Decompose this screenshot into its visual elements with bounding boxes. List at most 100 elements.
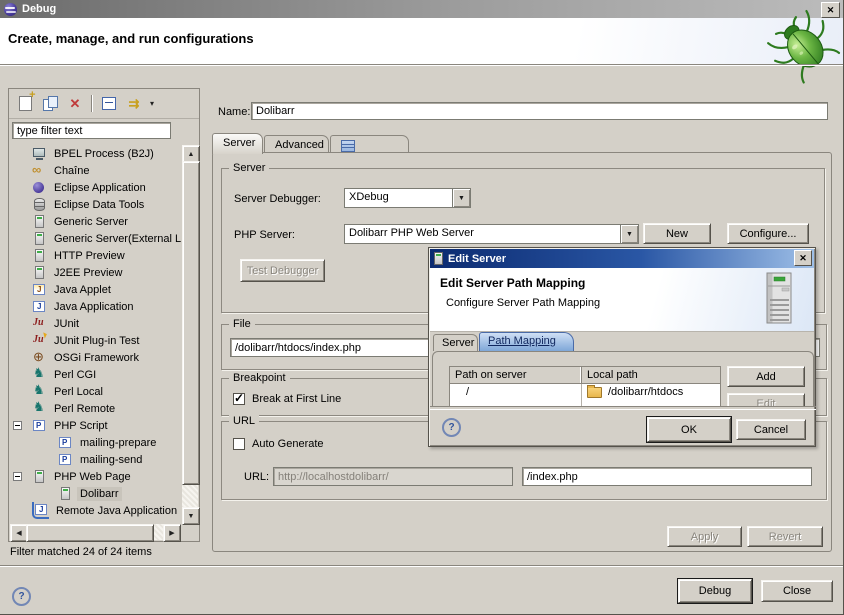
tab-server[interactable]: Server bbox=[212, 133, 263, 154]
edit-server-subheading: Configure Server Path Mapping bbox=[446, 297, 600, 309]
help-icon[interactable]: ? bbox=[12, 587, 31, 606]
tree-item-cha-ne[interactable]: Chaîne bbox=[10, 162, 181, 179]
server-icon bbox=[32, 248, 47, 263]
break-first-line-label: Break at First Line bbox=[252, 393, 341, 405]
collapse-expander-icon[interactable] bbox=[13, 472, 22, 481]
add-mapping-button[interactable]: Add bbox=[727, 366, 805, 387]
edit-mapping-button[interactable]: Edit bbox=[727, 393, 805, 407]
debug-button[interactable]: Debug bbox=[678, 579, 752, 603]
tree-item-perl-local[interactable]: Perl Local bbox=[10, 383, 181, 400]
tree-item-generic-server[interactable]: Generic Server bbox=[10, 213, 181, 230]
filter-dropdown-caret-icon[interactable]: ▾ bbox=[150, 99, 154, 108]
duplicate-configuration-button[interactable] bbox=[41, 95, 59, 113]
php-server-combo[interactable]: Dolibarr PHP Web Server bbox=[344, 224, 639, 244]
path-mapping-panel: Path on server Local path //dolibarr/htd… bbox=[432, 351, 814, 407]
close-button[interactable]: Close bbox=[761, 580, 833, 602]
delete-configuration-button[interactable] bbox=[66, 95, 84, 113]
new-configuration-button[interactable] bbox=[16, 95, 34, 113]
test-debugger-button[interactable]: Test Debugger bbox=[240, 259, 325, 282]
apply-button[interactable]: Apply bbox=[667, 526, 742, 547]
window-close-button[interactable]: ✕ bbox=[821, 2, 840, 18]
tree-item-label: mailing-prepare bbox=[77, 436, 159, 450]
tree-item-label: J2EE Preview bbox=[51, 266, 125, 280]
tree-item-j2ee-preview[interactable]: J2EE Preview bbox=[10, 264, 181, 281]
path-mapping-table-body: //dolibarr/htdocs bbox=[450, 384, 720, 400]
tree-item-generic-server-external-la[interactable]: Generic Server(External La bbox=[10, 230, 181, 247]
server-icon bbox=[32, 214, 47, 229]
tree-vertical-scrollbar[interactable]: ▲ ▼ bbox=[182, 145, 198, 525]
tree-horizontal-scrollbar[interactable]: ◀ ▶ bbox=[10, 524, 181, 540]
chevron-down-icon[interactable] bbox=[620, 225, 638, 243]
tree-item-eclipse-data-tools[interactable]: Eclipse Data Tools bbox=[10, 196, 181, 213]
duplicate-icon bbox=[43, 96, 58, 111]
tree-item-mailing-send[interactable]: mailing-send bbox=[10, 451, 181, 468]
scroll-right-icon[interactable]: ▶ bbox=[163, 524, 181, 542]
database-icon bbox=[32, 197, 47, 212]
window-titlebar[interactable]: Debug bbox=[0, 0, 844, 18]
tree-item-perl-cgi[interactable]: Perl CGI bbox=[10, 366, 181, 383]
column-path-on-server[interactable]: Path on server bbox=[450, 367, 582, 383]
breakpoint-group-legend: Breakpoint bbox=[229, 372, 290, 385]
filter-menu-button[interactable] bbox=[125, 95, 143, 113]
dialog-tab-server[interactable]: Server bbox=[433, 334, 478, 351]
tree-item-remote-java-application[interactable]: Remote Java Application bbox=[10, 502, 181, 519]
folder-icon bbox=[587, 387, 602, 398]
path-mapping-table: Path on server Local path //dolibarr/htd… bbox=[449, 366, 721, 407]
tree-item-java-application[interactable]: Java Application bbox=[10, 298, 181, 315]
tree-item-mailing-prepare[interactable]: mailing-prepare bbox=[10, 434, 181, 451]
dialog-tab-path-mapping[interactable]: Path Mapping bbox=[479, 332, 574, 351]
base-url-input[interactable] bbox=[273, 467, 513, 486]
cancel-button[interactable]: Cancel bbox=[736, 419, 806, 440]
tree-item-bpel-process-b2j[interactable]: BPEL Process (B2J) bbox=[10, 145, 181, 162]
url-path-input[interactable] bbox=[522, 467, 812, 486]
name-input[interactable] bbox=[251, 102, 828, 120]
revert-button[interactable]: Revert bbox=[747, 526, 823, 547]
tree-item-dolibarr[interactable]: Dolibarr bbox=[10, 485, 181, 502]
column-local-path[interactable]: Local path bbox=[582, 367, 720, 383]
eclipse-logo-icon bbox=[4, 3, 17, 16]
table-header-row: Path on server Local path bbox=[450, 367, 720, 384]
server-debugger-combo[interactable]: XDebug bbox=[344, 188, 471, 208]
edit-server-close-button[interactable]: ✕ bbox=[794, 250, 812, 266]
tree-item-label: Generic Server bbox=[51, 215, 131, 229]
tree-item-java-applet[interactable]: Java Applet bbox=[10, 281, 181, 298]
server-icon bbox=[434, 252, 443, 265]
tree-item-junit[interactable]: JUnit bbox=[10, 315, 181, 332]
camel-icon bbox=[32, 384, 47, 399]
tree-item-osgi-framework[interactable]: OSGi Framework bbox=[10, 349, 181, 366]
collapse-expander-icon[interactable] bbox=[13, 421, 22, 430]
chevron-down-icon[interactable] bbox=[452, 189, 470, 207]
applet-icon bbox=[32, 282, 47, 297]
filter-input[interactable] bbox=[12, 122, 171, 139]
horizontal-scroll-thumb[interactable] bbox=[26, 524, 154, 542]
bpel-icon bbox=[32, 146, 47, 161]
collapse-all-button[interactable] bbox=[100, 95, 118, 113]
server-icon bbox=[32, 265, 47, 280]
php-server-label: PHP Server: bbox=[234, 229, 295, 241]
tree-item-label: Dolibarr bbox=[77, 487, 122, 501]
break-first-line-checkbox[interactable] bbox=[233, 393, 245, 405]
name-label: Name: bbox=[218, 106, 250, 118]
vertical-scroll-thumb[interactable] bbox=[182, 161, 200, 485]
path-mapping-row[interactable]: //dolibarr/htdocs bbox=[450, 384, 720, 400]
auto-generate-checkbox[interactable] bbox=[233, 438, 245, 450]
scroll-down-icon[interactable]: ▼ bbox=[182, 507, 200, 525]
tree-item-perl-remote[interactable]: Perl Remote bbox=[10, 400, 181, 417]
tab-advanced[interactable]: Advanced bbox=[264, 135, 329, 153]
window-title: Debug bbox=[22, 3, 56, 15]
tree-item-eclipse-application[interactable]: Eclipse Application bbox=[10, 179, 181, 196]
configure-button[interactable]: Configure... bbox=[727, 223, 809, 244]
tab-common[interactable]: Common bbox=[330, 135, 409, 153]
new-server-button[interactable]: New bbox=[643, 223, 711, 244]
edit-server-titlebar[interactable]: Edit Server bbox=[430, 249, 814, 268]
dialog-separator bbox=[430, 406, 816, 410]
tree-item-php-script[interactable]: PHP Script bbox=[10, 417, 181, 434]
tree-item-label: PHP Script bbox=[51, 419, 111, 433]
ok-button[interactable]: OK bbox=[647, 417, 731, 442]
tree-item-junit-plug-in-test[interactable]: JUnit Plug-in Test bbox=[10, 332, 181, 349]
tree-item-label: Perl Remote bbox=[51, 402, 118, 416]
config-tree: BPEL Process (B2J)ChaîneEclipse Applicat… bbox=[10, 145, 181, 525]
tree-item-php-web-page[interactable]: PHP Web Page bbox=[10, 468, 181, 485]
dialog-help-icon[interactable]: ? bbox=[442, 418, 461, 437]
tree-item-http-preview[interactable]: HTTP Preview bbox=[10, 247, 181, 264]
